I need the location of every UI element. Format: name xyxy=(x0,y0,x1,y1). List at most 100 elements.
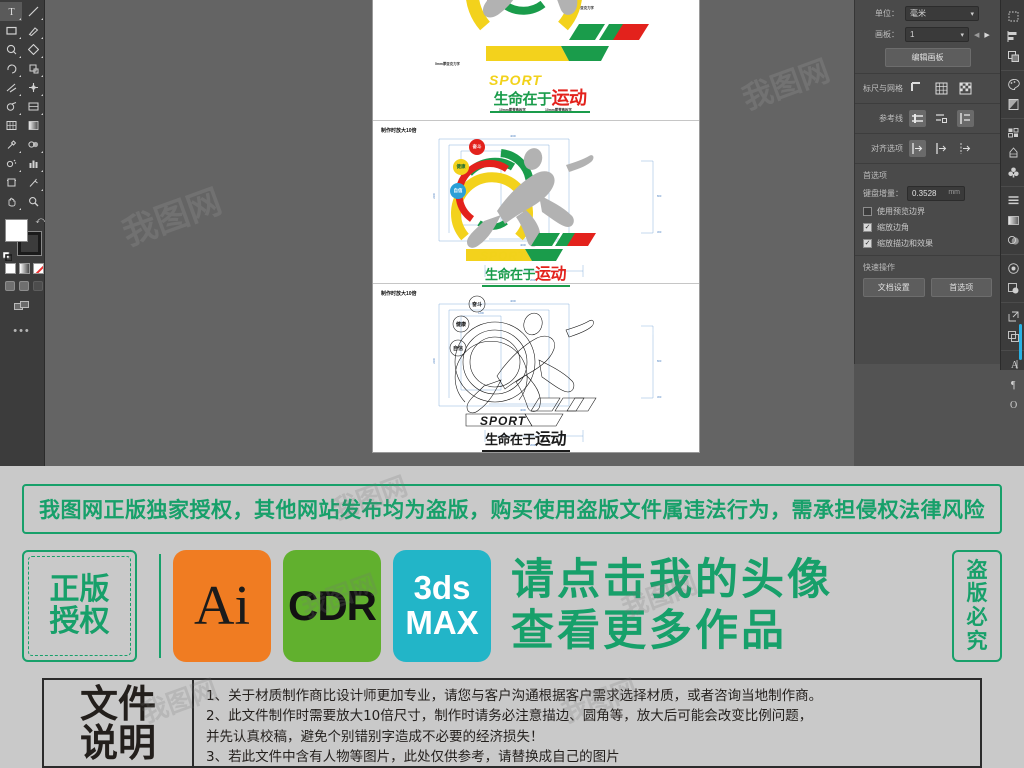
tools-panel[interactable]: T ⤺ ••• xyxy=(0,0,45,466)
opentype-panel-icon[interactable]: O xyxy=(1001,394,1024,414)
type-tool[interactable]: T xyxy=(0,2,22,21)
brushes-panel-icon[interactable] xyxy=(1001,142,1024,162)
paintbrush-tool[interactable] xyxy=(22,21,44,40)
gradient-panel-icon[interactable] xyxy=(1001,210,1024,230)
checkbox-scale-strokes-box[interactable]: ✓ xyxy=(863,239,872,248)
transparency-panel-icon[interactable] xyxy=(1001,230,1024,250)
rulers-grid-row[interactable]: 标尺与网格 xyxy=(863,80,992,97)
quick-actions-row[interactable]: 文档设置 首选项 xyxy=(863,278,992,297)
gradient-icon[interactable] xyxy=(19,263,30,274)
artboard-sheet[interactable]: 5mm厚亚克力字 5mm厚亚克力字 10mm厚雪弗板字 10mm厚雪弗板字 SP… xyxy=(373,0,699,452)
badges-row: 正版 授权 Ai CDR 3ds MAX 请点击我的头像 查看更多作品 盗 版 xyxy=(22,546,1002,666)
paragraph-panel-icon[interactable]: ¶ xyxy=(1001,374,1024,394)
hand-tool[interactable] xyxy=(0,192,22,211)
smart-guides-icon[interactable] xyxy=(909,140,926,157)
mesh-tool[interactable] xyxy=(0,116,22,135)
properties-panel[interactable]: 单位： 毫米 ▾ 画板： 1 ▾ ◀ ▶ 编辑画板 标尺与网格 参考线 对齐选项… xyxy=(854,0,1000,364)
dock-group-1[interactable] xyxy=(1001,3,1024,71)
links-panel-icon[interactable] xyxy=(1001,306,1024,326)
artboard-select[interactable]: 1 ▾ xyxy=(905,27,969,42)
full-screen-icon[interactable] xyxy=(33,281,43,291)
make-guides-icon[interactable] xyxy=(957,110,974,127)
symbols-panel-icon[interactable] xyxy=(1001,162,1024,182)
checkbox-scale-corners[interactable]: ✓ 缩放边角 xyxy=(863,222,992,233)
normal-screen-mode-icon[interactable] xyxy=(5,281,15,291)
show-transparency-grid-icon[interactable] xyxy=(957,80,974,97)
slice-tool[interactable] xyxy=(22,173,44,192)
show-rulers-icon[interactable] xyxy=(909,80,926,97)
tool-grid[interactable]: T xyxy=(0,0,45,211)
fill-stroke-swatches[interactable]: ⤺ xyxy=(2,215,45,262)
gradient-tool[interactable] xyxy=(22,116,44,135)
rotate-tool[interactable] xyxy=(0,59,22,78)
edit-toolbar-icon[interactable]: ••• xyxy=(0,325,44,337)
change-screen-mode-icon[interactable] xyxy=(14,301,30,313)
checkbox-preview-bounds-box[interactable] xyxy=(863,207,872,216)
width-tool[interactable] xyxy=(0,78,22,97)
checkbox-scale-corners-box[interactable]: ✓ xyxy=(863,223,872,232)
prev-artboard-icon[interactable]: ◀ xyxy=(974,31,979,39)
rectangle-tool[interactable] xyxy=(0,21,22,40)
artboard-tool[interactable] xyxy=(0,173,22,192)
graphic-styles-panel-icon[interactable] xyxy=(1001,278,1024,298)
guides-row[interactable]: 参考线 xyxy=(863,110,992,127)
color-mode-row[interactable] xyxy=(5,263,44,274)
snap-options-row[interactable]: 对齐选项 xyxy=(863,140,992,157)
default-fill-stroke-icon[interactable] xyxy=(2,248,13,262)
canvas-area[interactable]: 5mm厚亚克力字 5mm厚亚克力字 10mm厚雪弗板字 10mm厚雪弗板字 SP… xyxy=(45,0,854,466)
dock-scrollbar[interactable] xyxy=(1019,324,1022,360)
show-guides-icon[interactable] xyxy=(909,110,926,127)
full-screen-menu-icon[interactable] xyxy=(19,281,29,291)
next-artboard-icon[interactable]: ▶ xyxy=(984,31,989,39)
checkbox-preview-bounds[interactable]: 使用预览边界 xyxy=(863,206,992,217)
badge-zixin-2: 自信 xyxy=(450,183,466,199)
eyedropper-tool[interactable] xyxy=(0,135,22,154)
dock-group-4[interactable] xyxy=(1001,187,1024,255)
keyboard-increment-input[interactable]: 0.3528 mm xyxy=(907,186,965,201)
swatches-panel-icon[interactable] xyxy=(1001,122,1024,142)
screen-mode-row[interactable] xyxy=(5,281,44,291)
blend-tool[interactable] xyxy=(22,135,44,154)
dock-group-7[interactable]: A ¶ O xyxy=(1001,351,1024,418)
appearance-panel-icon[interactable] xyxy=(1001,258,1024,278)
eraser-tool[interactable] xyxy=(22,40,44,59)
checkbox-scale-strokes[interactable]: ✓ 缩放描边和效果 xyxy=(863,238,992,249)
shaper-tool[interactable] xyxy=(0,40,22,59)
lock-guides-icon[interactable] xyxy=(933,110,950,127)
unit-select[interactable]: 毫米 ▾ xyxy=(905,6,979,21)
shape-builder-tool[interactable] xyxy=(0,97,22,116)
solid-color-icon[interactable] xyxy=(5,263,16,274)
stroke-panel-icon[interactable] xyxy=(1001,190,1024,210)
swap-fill-stroke-icon[interactable]: ⤺ xyxy=(35,215,45,226)
dock-group-2[interactable] xyxy=(1001,71,1024,119)
line-segment-tool[interactable] xyxy=(22,2,44,21)
show-grid-icon[interactable] xyxy=(933,80,950,97)
symbol-sprayer-tool[interactable] xyxy=(0,154,22,173)
free-transform-tool[interactable] xyxy=(22,78,44,97)
perspective-grid-tool[interactable] xyxy=(22,97,44,116)
document-setup-button[interactable]: 文档设置 xyxy=(863,278,925,297)
unit-row[interactable]: 单位： 毫米 ▾ xyxy=(863,6,992,21)
align-panel-icon[interactable] xyxy=(1001,26,1024,46)
pathfinder-panel-icon[interactable] xyxy=(1001,46,1024,66)
scale-tool[interactable] xyxy=(22,59,44,78)
none-color-icon[interactable] xyxy=(33,263,44,274)
rulers-grid-section: 标尺与网格 xyxy=(855,74,1000,104)
snap-to-point-icon[interactable] xyxy=(957,140,974,157)
zoom-tool[interactable] xyxy=(22,192,44,211)
cta-text[interactable]: 请点击我的头像 查看更多作品 xyxy=(503,555,946,656)
color-panel-icon[interactable] xyxy=(1001,74,1024,94)
preferences-button[interactable]: 首选项 xyxy=(930,278,992,297)
artboard-nav[interactable]: ◀ ▶ xyxy=(974,31,990,39)
color-guide-panel-icon[interactable] xyxy=(1001,94,1024,114)
keyboard-increment-row[interactable]: 键盘增量： 0.3528 mm xyxy=(863,186,992,201)
column-graph-tool[interactable] xyxy=(22,154,44,173)
snap-to-grid-icon[interactable] xyxy=(933,140,950,157)
fill-swatch[interactable] xyxy=(5,219,28,242)
panel-dock[interactable]: A ¶ O xyxy=(1000,0,1024,411)
transform-panel-icon[interactable] xyxy=(1001,6,1024,26)
edit-artboards-button[interactable]: 编辑画板 xyxy=(884,48,971,67)
artboard-row[interactable]: 画板： 1 ▾ ◀ ▶ xyxy=(863,27,992,42)
dock-group-3[interactable] xyxy=(1001,119,1024,187)
dock-group-5[interactable] xyxy=(1001,255,1024,303)
